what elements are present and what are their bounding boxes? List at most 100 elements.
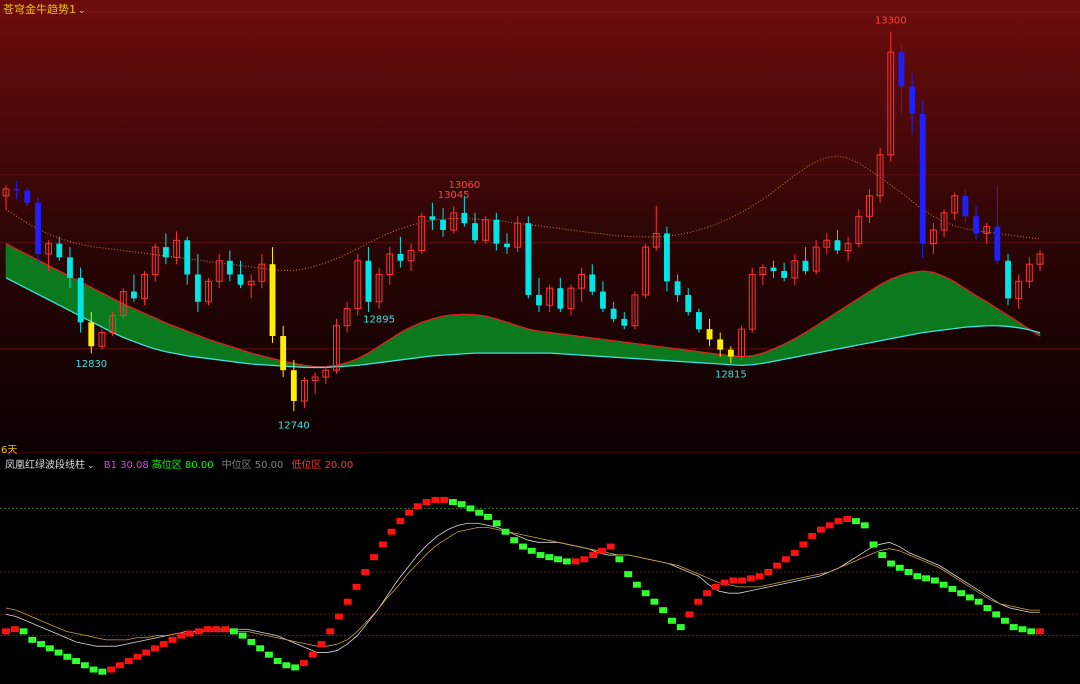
chevron-down-icon[interactable]: ⌄: [87, 461, 95, 471]
sub-indicator-header[interactable]: 凤凰红绿波段线柱 ⌄ B1 30.08 高位区 80.00 中位区 50.00 低位区 …: [5, 456, 353, 471]
candle-body-down: [589, 274, 596, 292]
oscillator-step: [107, 666, 116, 673]
param-b1: B1 30.08: [103, 460, 149, 471]
oscillator-step: [72, 658, 81, 665]
param-low: 低位区 20.00: [291, 460, 354, 471]
price-annotation-low: 12895: [363, 315, 395, 326]
oscillator-step: [843, 516, 852, 522]
oscillator-step: [545, 554, 554, 561]
oscillator-step: [186, 630, 194, 637]
candle-body-down: [685, 294, 692, 313]
band-fill-segment: [176, 326, 188, 357]
oscillator-step: [89, 666, 98, 673]
oscillator-step: [1001, 617, 1009, 624]
candle-body-down: [695, 312, 702, 330]
oscillator-step: [308, 651, 317, 658]
oscillator-step: [527, 547, 536, 554]
oscillator-step: [229, 628, 238, 635]
band-fill-segment: [528, 328, 540, 354]
band-fill-segment: [48, 265, 60, 306]
candle-body-down: [184, 240, 191, 275]
oscillator-step: [764, 569, 773, 575]
candle-body-down: [280, 336, 287, 371]
oscillator-step: [501, 528, 510, 535]
oscillator-step: [580, 556, 589, 563]
oscillator-step: [45, 645, 54, 652]
main-indicator-header[interactable]: 苍穹金牛趋势1 ⌄: [3, 1, 86, 17]
oscillator-step: [755, 573, 764, 580]
oscillator-step: [343, 598, 352, 605]
band-fill-segment: [730, 355, 742, 366]
oscillator-step: [852, 518, 860, 525]
band-fill-segment: [122, 303, 135, 342]
candle-body-down: [557, 288, 564, 309]
oscillator-step: [387, 528, 396, 535]
oscillator-step: [457, 501, 466, 508]
oscillator-step: [816, 526, 825, 533]
oscillator-step: [212, 626, 221, 633]
band-fill-segment: [464, 313, 476, 355]
candle-body-down: [621, 318, 628, 326]
band-fill-segment: [879, 278, 892, 342]
band-fill-segment: [485, 315, 497, 354]
oscillator-step: [983, 605, 992, 612]
oscillator-step: [10, 626, 19, 633]
sub-oscillator-chart: [0, 456, 1080, 684]
oscillator-step: [615, 556, 624, 563]
oscillator-step: [115, 662, 124, 669]
candle-body-down: [365, 260, 372, 302]
oscillator-step: [352, 583, 361, 590]
candle-body-down: [56, 243, 63, 258]
oscillator-step: [887, 560, 895, 567]
oscillator-step: [922, 575, 931, 582]
oscillator-step: [860, 522, 869, 529]
candle-body-down: [919, 113, 926, 244]
band-fill-segment: [506, 321, 518, 354]
band-fill-segment: [741, 355, 753, 366]
candle-body-down: [237, 274, 244, 285]
candle-body-down: [834, 240, 841, 251]
band-fill-segment: [943, 276, 956, 331]
candle-body-down: [24, 190, 31, 203]
oscillator-step: [904, 569, 913, 575]
oscillator-step: [624, 571, 633, 578]
price-annotation-low: 12815: [715, 369, 747, 380]
candle-body-down: [194, 274, 201, 302]
oscillator-step: [396, 518, 405, 525]
candle-body-down: [706, 329, 713, 340]
candle-body-down: [35, 202, 41, 254]
oscillator-step: [326, 628, 335, 635]
oscillator-step: [484, 513, 492, 520]
candle-body-down: [802, 260, 809, 272]
band-fill-segment: [570, 334, 582, 356]
band-fill-segment: [954, 281, 966, 329]
oscillator-step: [720, 579, 729, 586]
oscillator-step: [273, 658, 282, 665]
oscillator-step: [80, 662, 89, 669]
oscillator-step: [703, 590, 711, 597]
chevron-down-icon[interactable]: ⌄: [78, 6, 86, 16]
band-fill-segment: [858, 290, 870, 346]
oscillator-step: [317, 641, 326, 648]
oscillator-step: [738, 577, 747, 584]
oscillator-step: [63, 653, 72, 660]
candle-body-down: [781, 271, 788, 278]
oscillator-step: [773, 562, 782, 569]
candle-body-down: [770, 267, 777, 272]
oscillator-step: [466, 505, 475, 512]
band-fill-segment: [634, 343, 646, 360]
oscillator-step: [597, 547, 606, 554]
candle-body-down: [67, 257, 73, 278]
oscillator-step: [264, 651, 273, 658]
oscillator-step: [878, 552, 887, 559]
candle-body-down: [269, 264, 276, 336]
oscillator-step: [834, 518, 843, 525]
oscillator-step: [413, 503, 422, 510]
band-fill-segment: [474, 314, 486, 354]
candle-body-down: [504, 243, 510, 248]
param-mid: 中位区 50.00: [221, 460, 284, 471]
oscillator-step: [729, 577, 738, 584]
oscillator-step: [974, 598, 983, 605]
band-fill-segment: [517, 325, 529, 354]
chart-stage: 13300 13060 13045 12830 12740 12815 12895 苍穹金牛…: [0, 0, 1080, 684]
